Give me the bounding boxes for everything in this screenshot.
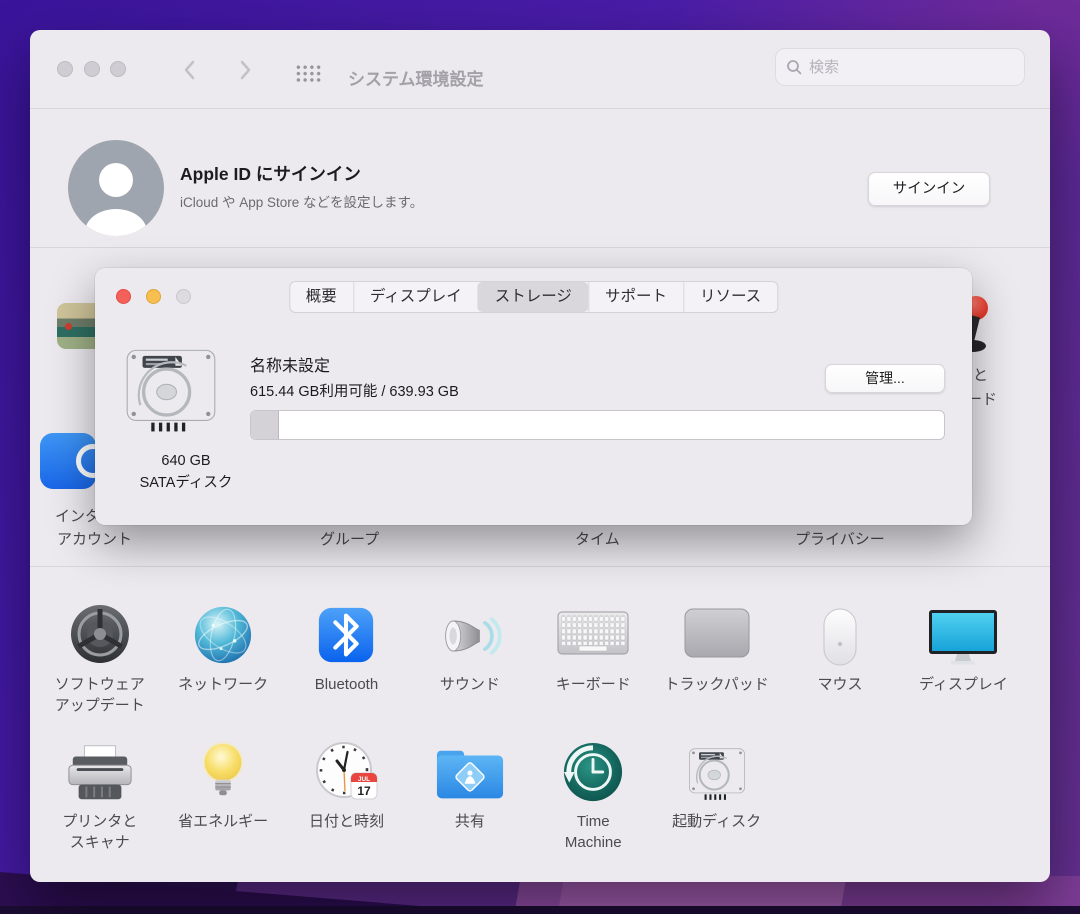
trackpad-icon bbox=[671, 600, 763, 666]
dialog-close-button[interactable] bbox=[116, 289, 131, 304]
tab-displays[interactable]: ディスプレイ bbox=[353, 282, 478, 312]
obscured-label-groups: グループ bbox=[320, 528, 379, 549]
avatar bbox=[68, 140, 164, 236]
pref-label: トラックパッド bbox=[665, 674, 769, 695]
disk-name: 名称未設定 bbox=[250, 352, 330, 376]
internet-accounts-icon[interactable] bbox=[40, 433, 96, 489]
pref-label: 省エネルギー bbox=[178, 811, 268, 832]
manage-button[interactable]: 管理... bbox=[825, 364, 945, 393]
bluetooth-icon bbox=[300, 600, 392, 666]
zoom-button[interactable] bbox=[110, 61, 126, 77]
display-icon bbox=[917, 600, 1009, 666]
calendar-month: JUL bbox=[358, 776, 370, 783]
pref-label: 共有 bbox=[455, 811, 485, 832]
pref-label: ディスプレイ bbox=[919, 674, 1008, 695]
pref-software-update[interactable]: ソフトウェア アップデート bbox=[38, 600, 161, 716]
keyboard-icon bbox=[547, 600, 639, 666]
section-divider bbox=[30, 566, 1050, 567]
pref-label: Bluetooth bbox=[315, 674, 378, 695]
sign-in-button[interactable]: サインイン bbox=[868, 172, 990, 206]
sharing-icon bbox=[424, 737, 516, 803]
pref-date-time[interactable]: JUL 17 日付と時刻 bbox=[285, 737, 408, 853]
printers-scanners-icon bbox=[54, 737, 146, 803]
back-button[interactable] bbox=[177, 57, 203, 83]
pref-label: ソフトウェア アップデート bbox=[55, 674, 145, 716]
storage-bar-used bbox=[251, 411, 279, 439]
energy-saver-icon bbox=[177, 737, 269, 803]
show-all-grid-icon[interactable] bbox=[295, 64, 322, 83]
network-icon bbox=[177, 600, 269, 666]
obscured-label-internet: インタ bbox=[55, 505, 100, 526]
search-input[interactable] bbox=[809, 59, 989, 76]
calendar-badge: JUL 17 bbox=[351, 773, 377, 799]
chevron-left-icon bbox=[184, 60, 196, 80]
obscured-label-time: タイム bbox=[575, 528, 620, 549]
ring-detail bbox=[76, 444, 96, 478]
obscured-label-right-1: と bbox=[973, 364, 988, 385]
desktop: システム環境設定 Apple ID にサインイン iCloud や App St… bbox=[0, 0, 1080, 914]
pref-grid-row-2: プリンタと スキャナ 省エネルギー bbox=[38, 737, 1042, 853]
disk-size-label: 640 GB SATAディスク bbox=[111, 450, 261, 494]
pref-label: 起動ディスク bbox=[672, 811, 761, 832]
storage-bar bbox=[250, 410, 945, 440]
mouse-icon bbox=[794, 600, 886, 666]
close-button[interactable] bbox=[57, 61, 73, 77]
hard-disk-icon bbox=[125, 348, 217, 441]
pref-energy-saver[interactable]: 省エネルギー bbox=[161, 737, 284, 853]
pref-label: プリンタと スキャナ bbox=[62, 811, 137, 853]
pref-network[interactable]: ネットワーク bbox=[161, 600, 284, 716]
pref-startup-disk[interactable]: 起動ディスク bbox=[655, 737, 778, 853]
tab-support[interactable]: サポート bbox=[588, 282, 683, 312]
pref-grid-row-1: ソフトウェア アップデート ネットワーク bbox=[38, 600, 1042, 716]
sound-icon bbox=[424, 600, 516, 666]
apple-id-subtitle: iCloud や App Store などを設定します。 bbox=[180, 191, 423, 211]
software-update-icon bbox=[54, 600, 146, 666]
calendar-day: 17 bbox=[358, 784, 372, 798]
tab-resources[interactable]: リソース bbox=[683, 282, 777, 312]
search-icon bbox=[786, 59, 802, 75]
chevron-right-icon bbox=[239, 60, 251, 80]
pref-label: キーボード bbox=[556, 674, 631, 695]
pref-label: Time Machine bbox=[565, 811, 622, 853]
tab-storage[interactable]: ストレージ bbox=[478, 282, 588, 312]
window-titlebar: システム環境設定 bbox=[30, 30, 1050, 108]
pref-time-machine[interactable]: Time Machine bbox=[532, 737, 655, 853]
apple-id-title: Apple ID にサインイン bbox=[180, 161, 361, 186]
pref-label: ネットワーク bbox=[178, 674, 268, 695]
pref-sound[interactable]: サウンド bbox=[408, 600, 531, 716]
tab-overview[interactable]: 概要 bbox=[290, 282, 353, 312]
pref-bluetooth[interactable]: Bluetooth bbox=[285, 600, 408, 716]
obscured-label-privacy: プライバシー bbox=[795, 528, 885, 549]
dialog-tab-bar: 概要 ディスプレイ ストレージ サポート リソース bbox=[289, 281, 778, 313]
about-storage-dialog: 概要 ディスプレイ ストレージ サポート リソース 640 GB SATAディス… bbox=[95, 268, 972, 525]
wallpaper-bottom-strip bbox=[0, 906, 1080, 914]
minimize-button[interactable] bbox=[84, 61, 100, 77]
pref-printers-scanners[interactable]: プリンタと スキャナ bbox=[38, 737, 161, 853]
pref-keyboard[interactable]: キーボード bbox=[532, 600, 655, 716]
pref-sharing[interactable]: 共有 bbox=[408, 737, 531, 853]
apple-id-divider bbox=[30, 247, 1050, 248]
startup-disk-icon bbox=[671, 737, 763, 803]
photo-detail bbox=[65, 323, 72, 330]
pref-trackpad[interactable]: トラックパッド bbox=[655, 600, 778, 716]
pref-label: 日付と時刻 bbox=[309, 811, 384, 832]
pref-label: マウス bbox=[818, 674, 863, 695]
window-title: システム環境設定 bbox=[348, 65, 484, 90]
pref-mouse[interactable]: マウス bbox=[778, 600, 901, 716]
date-time-icon: JUL 17 bbox=[300, 737, 392, 803]
dialog-zoom-button-disabled bbox=[176, 289, 191, 304]
forward-button[interactable] bbox=[232, 57, 258, 83]
titlebar-divider bbox=[30, 108, 1050, 109]
pref-label: サウンド bbox=[440, 674, 500, 695]
disk-usage-text: 615.44 GB利用可能 / 639.93 GB bbox=[250, 380, 459, 401]
time-machine-icon bbox=[547, 737, 639, 803]
dialog-minimize-button[interactable] bbox=[146, 289, 161, 304]
search-field[interactable] bbox=[775, 48, 1025, 86]
pref-displays[interactable]: ディスプレイ bbox=[902, 600, 1025, 716]
obscured-label-accounts: アカウント bbox=[57, 528, 132, 549]
